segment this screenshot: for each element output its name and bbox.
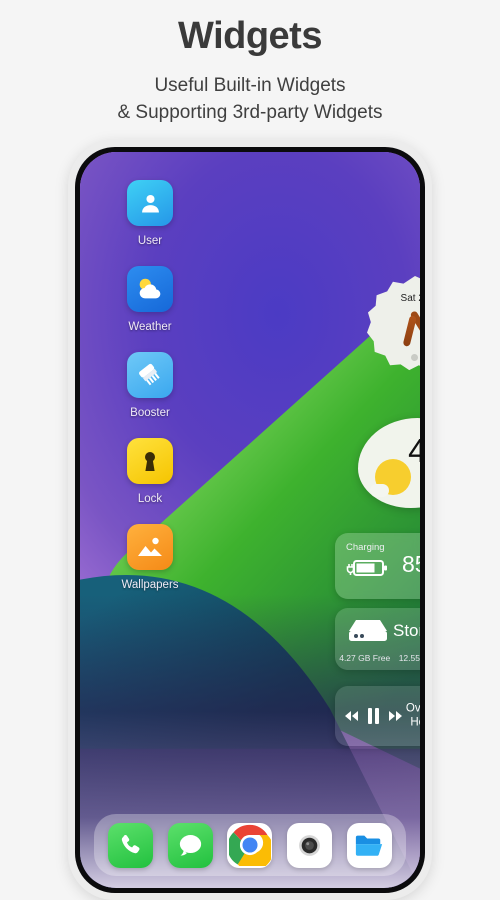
music-widget[interactable]: Over the Horizon	[335, 686, 420, 746]
app-label: User	[137, 235, 163, 247]
track-line-2: Horizon	[410, 717, 420, 729]
clock-date: Sat 22	[400, 293, 420, 304]
clock-widget[interactable]: Sat 22	[367, 276, 420, 372]
app-user[interactable]: User	[106, 180, 194, 247]
booster-icon	[127, 352, 173, 398]
phone-mockup: User Weather Booster Lock Wallpapers Sat…	[68, 140, 432, 900]
page-header: Widgets Useful Built-in Widgets & Suppor…	[0, 0, 500, 127]
battery-status-label: Charging	[346, 542, 385, 553]
user-icon	[127, 180, 173, 226]
page-title: Widgets	[178, 15, 322, 57]
weather-icon	[127, 266, 173, 312]
app-label: Weather	[128, 321, 172, 333]
phone-bezel: User Weather Booster Lock Wallpapers Sat…	[75, 147, 425, 893]
weather-temperature: 45°	[408, 432, 420, 469]
storage-details: 4.27 GB Free 12.55 GB Total	[335, 653, 420, 663]
wallpapers-icon	[127, 524, 173, 570]
messages-app-icon[interactable]	[167, 822, 213, 868]
storage-free: 4.27 GB Free	[339, 653, 391, 663]
app-icon-column: User Weather Booster Lock Wallpapers	[106, 180, 194, 591]
app-label: Booster	[130, 407, 170, 419]
hard-drive-icon	[349, 620, 387, 641]
app-booster[interactable]: Booster	[106, 352, 194, 419]
camera-app-icon[interactable]	[287, 822, 333, 868]
files-app-icon[interactable]	[346, 822, 392, 868]
storage-title: Storage	[393, 621, 420, 640]
battery-percent: 85%	[401, 551, 420, 577]
clock-center-dot	[411, 354, 418, 361]
prev-icon[interactable]	[344, 710, 359, 722]
app-label: Lock	[137, 493, 163, 505]
music-track-title: Over the Horizon	[390, 702, 420, 731]
phone-screen: User Weather Booster Lock Wallpapers Sat…	[80, 152, 420, 888]
dock	[94, 814, 406, 876]
weather-widget[interactable]: 45°	[358, 418, 420, 508]
storage-total: 12.55 GB Total	[398, 653, 420, 663]
app-lock[interactable]: Lock	[106, 438, 194, 505]
subtitle-line-1: Useful Built-in Widgets	[154, 74, 346, 96]
chrome-app-icon[interactable]	[227, 822, 273, 868]
page-subtitle: Useful Built-in Widgets & Supporting 3rd…	[0, 72, 500, 127]
battery-charging-icon	[346, 560, 387, 576]
storage-widget[interactable]: Storage 4.27 GB Free 12.55 GB Total	[335, 608, 420, 670]
app-label: Wallpapers	[121, 579, 179, 591]
app-weather[interactable]: Weather	[106, 266, 194, 333]
battery-widget[interactable]: Charging 85%	[335, 533, 420, 599]
cloud-icon	[370, 484, 389, 497]
lock-icon	[127, 438, 173, 484]
phone-app-icon[interactable]	[108, 822, 154, 868]
app-wallpapers[interactable]: Wallpapers	[106, 524, 194, 591]
track-line-1: Over the	[405, 702, 420, 715]
pause-icon[interactable]	[367, 708, 380, 724]
subtitle-line-2: & Supporting 3rd-party Widgets	[117, 102, 383, 124]
